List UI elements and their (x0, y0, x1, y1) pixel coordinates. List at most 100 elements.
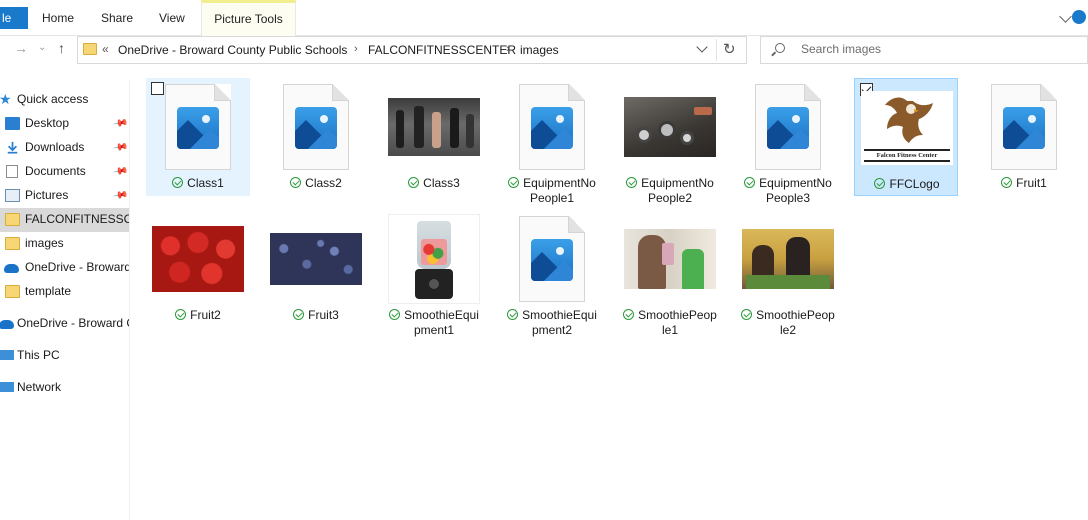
file-name: EquipmentNo People3 (736, 176, 840, 206)
file-item[interactable]: Class1 (146, 78, 250, 196)
collapse-ribbon-icon[interactable] (1059, 10, 1072, 23)
sidebar-item-label: Documents (25, 164, 86, 178)
file-item[interactable]: EquipmentNo People2 (618, 78, 722, 205)
file-item[interactable]: SmoothieEqui pment1 (382, 210, 486, 337)
class-photo (388, 98, 480, 156)
synced-icon (874, 178, 886, 189)
sidebar-item-label: OneDrive - Broward County Public Schools (17, 316, 129, 330)
sidebar-item-network[interactable]: Network (0, 376, 129, 400)
file-item[interactable]: Falcon Fitness Center FFCLogo (854, 78, 958, 196)
sidebar-item-downloads[interactable]: Downloads 📌 (0, 136, 129, 160)
sidebar-item-desktop[interactable]: Desktop 📌 (0, 112, 129, 136)
image-file-icon (519, 84, 585, 170)
search-box[interactable] (760, 36, 1088, 64)
thumbnail (624, 214, 716, 304)
refresh-icon[interactable]: ↻ (723, 40, 736, 58)
pin-icon: 📌 (111, 139, 129, 156)
tab-view[interactable]: View (159, 0, 185, 36)
file-item[interactable]: Class2 (264, 78, 368, 196)
thumbnail (270, 82, 362, 172)
sidebar-item-documents[interactable]: Documents 📌 (0, 160, 129, 184)
search-input[interactable] (801, 42, 1081, 56)
file-name: SmoothieEqui pment1 (382, 308, 486, 338)
sidebar-item-quick-access[interactable]: ★ Quick access (0, 88, 129, 112)
search-icon (775, 43, 785, 53)
synced-icon (507, 309, 519, 320)
file-item[interactable]: Fruit3 (264, 210, 368, 328)
image-file-icon (991, 84, 1057, 170)
network-icon (0, 382, 14, 392)
tab-share[interactable]: Share (101, 0, 133, 36)
thumbnail (388, 82, 480, 172)
breadcrumb-onedrive[interactable]: OneDrive - Broward County Public Schools (118, 43, 347, 57)
thumbnail (270, 214, 362, 304)
breadcrumb-images[interactable]: images (520, 43, 559, 57)
file-item[interactable]: SmoothieEqui pment2 (500, 210, 604, 337)
breadcrumb-separator[interactable]: › (354, 43, 358, 55)
file-name: EquipmentNo People2 (618, 176, 722, 206)
file-grid: Class1 Class2 Class3 EquipmentNoPeople1 (132, 66, 1088, 520)
breadcrumb-separator[interactable]: › (506, 43, 510, 55)
file-item[interactable]: Fruit2 (146, 210, 250, 328)
folder-icon (5, 285, 20, 298)
tab-picture-tools[interactable]: Picture Tools (201, 0, 296, 36)
sidebar-item-label: template (25, 284, 72, 298)
pictures-icon (5, 189, 20, 202)
smoothie-people-photo (624, 229, 716, 289)
back-icon[interactable]: → (14, 40, 28, 56)
cloud-icon (0, 320, 14, 329)
file-item[interactable]: Fruit1 (972, 78, 1076, 196)
sidebar-item-label: Desktop (25, 116, 70, 130)
address-row: → ⌄ ↑ « OneDrive - Broward County Public… (0, 36, 1088, 64)
overflow-icon[interactable]: « (102, 42, 109, 56)
desktop-icon (5, 117, 20, 130)
blender-photo (388, 214, 480, 304)
help-icon[interactable] (1072, 10, 1086, 24)
sidebar-item-label: This PC (17, 348, 60, 362)
sidebar-item-this-pc[interactable]: This PC (0, 344, 129, 368)
thumbnail (152, 82, 244, 172)
image-file-icon (165, 84, 231, 170)
pin-icon: 📌 (111, 163, 129, 180)
file-name: Fruit2 (146, 308, 250, 323)
chevron-down-icon[interactable] (696, 41, 708, 53)
smoothie-people-photo (742, 229, 834, 289)
sidebar-item-falconfitnesscenter[interactable]: FALCONFITNESSCENTER (0, 208, 130, 232)
sidebar-item-onedrive-root[interactable]: OneDrive - Broward County Public Schools (0, 312, 129, 336)
sidebar-item-images[interactable]: images (0, 232, 129, 256)
file-item[interactable]: EquipmentNo People1 (500, 78, 604, 205)
breadcrumb-falconfitnesscenter[interactable]: FALCONFITNESSCENTER (368, 43, 516, 57)
folder-icon (5, 237, 20, 250)
star-icon: ★ (0, 91, 12, 107)
file-item[interactable]: SmoothiePeop le2 (736, 210, 840, 337)
synced-icon (508, 177, 520, 188)
file-item[interactable]: SmoothiePeop le1 (618, 210, 722, 337)
file-item[interactable]: Class3 (382, 78, 486, 196)
sidebar-item-pictures[interactable]: Pictures 📌 (0, 184, 129, 208)
recent-locations-icon[interactable]: ⌄ (38, 42, 46, 53)
thumbnail (624, 82, 716, 172)
cloud-icon (4, 264, 19, 273)
sidebar-item-label: Pictures (25, 188, 69, 202)
file-name: SmoothieEqui pment2 (500, 308, 604, 338)
thumbnail (742, 82, 834, 172)
synced-icon (1001, 177, 1013, 188)
tab-home[interactable]: Home (42, 0, 74, 36)
pin-icon: 📌 (111, 187, 129, 204)
address-bar[interactable]: « OneDrive - Broward County Public Schoo… (77, 36, 747, 64)
thumbnail (742, 214, 834, 304)
tab-file[interactable]: le (0, 7, 28, 29)
sidebar-item-template[interactable]: template (0, 280, 129, 304)
file-item[interactable]: EquipmentNo People3 (736, 78, 840, 205)
file-name: FFCLogo (855, 177, 959, 192)
file-name: Class1 (146, 176, 250, 191)
sidebar-item-label: images (25, 236, 64, 250)
sidebar-item-label: Network (17, 380, 62, 394)
pin-icon: 📌 (111, 115, 129, 132)
up-icon[interactable]: ↑ (58, 40, 65, 56)
sidebar-item-label: OneDrive - Broward County Public Schools (25, 260, 130, 274)
sidebar-item-label: FALCONFITNESSCENTER (25, 212, 130, 226)
sidebar-item-onedrive[interactable]: OneDrive - Broward County Public Schools (0, 256, 130, 280)
synced-icon (408, 177, 420, 188)
synced-icon (293, 309, 305, 320)
